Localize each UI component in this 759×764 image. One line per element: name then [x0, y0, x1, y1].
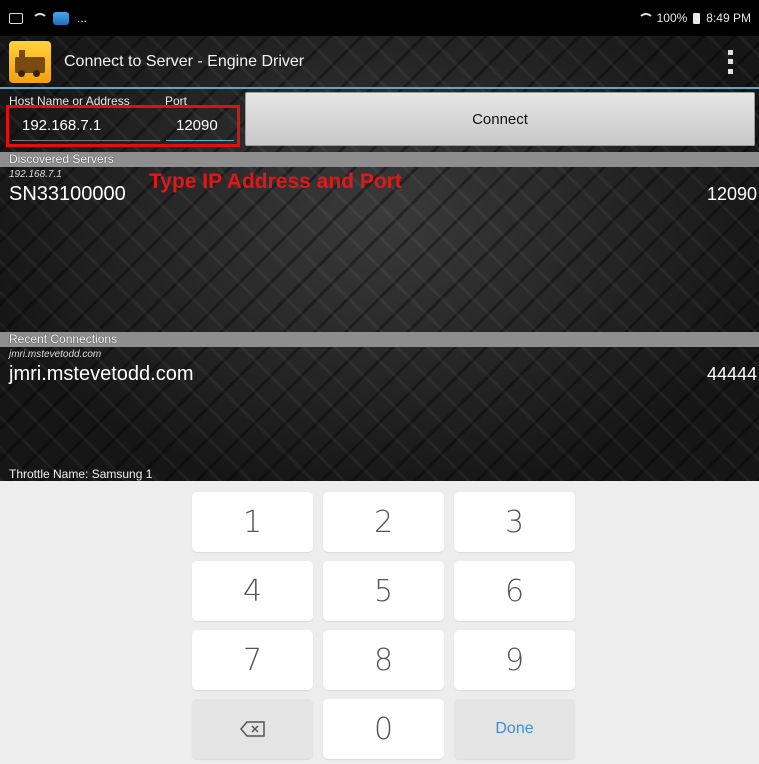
- key-7[interactable]: 7: [192, 630, 313, 690]
- recent-port: 44444: [706, 364, 757, 384]
- key-1[interactable]: 1: [192, 492, 313, 552]
- engine-driver-app-icon: [9, 40, 51, 83]
- status-bar: ... 100% 8:49 PM: [0, 0, 759, 36]
- overflow-menu-icon[interactable]: [725, 49, 735, 74]
- port-input[interactable]: 12090: [166, 109, 234, 141]
- key-2[interactable]: 2: [323, 492, 444, 552]
- browser-icon: [53, 11, 69, 25]
- numeric-keypad: 1 2 3 4 5 6 7 8 9 0 Done: [0, 481, 759, 764]
- wifi-signal-icon: [637, 12, 654, 24]
- list-item[interactable]: jmri.mstevetodd.com jmri.mstevetodd.com …: [0, 347, 759, 389]
- server-port: 12090: [706, 184, 757, 204]
- backspace-icon: [239, 721, 266, 737]
- more-notifications: ...: [77, 11, 88, 25]
- action-bar: Connect to Server - Engine Driver: [0, 36, 759, 89]
- key-4[interactable]: 4: [192, 561, 313, 621]
- connect-button[interactable]: Connect: [245, 92, 755, 146]
- instruction-annotation: Type IP Address and Port: [149, 170, 402, 193]
- host-input[interactable]: 192.168.7.1: [12, 109, 160, 141]
- battery-percent: 100%: [656, 11, 688, 25]
- recent-address: jmri.mstevetodd.com: [9, 349, 102, 360]
- gallery-icon: [9, 12, 23, 24]
- backspace-key[interactable]: [192, 699, 313, 759]
- clock: 8:49 PM: [706, 11, 751, 25]
- recent-name: jmri.mstevetodd.com: [9, 363, 194, 385]
- key-5[interactable]: 5: [323, 561, 444, 621]
- connection-row: Host Name or Address Port 192.168.7.1 12…: [0, 91, 759, 151]
- battery-icon: [693, 12, 701, 24]
- port-label: Port: [165, 94, 188, 108]
- wifi-notification-icon: [31, 12, 48, 24]
- host-label: Host Name or Address: [9, 94, 130, 108]
- key-0[interactable]: 0: [323, 699, 444, 759]
- app-title: Connect to Server - Engine Driver: [64, 52, 305, 70]
- key-9[interactable]: 9: [454, 630, 575, 690]
- done-key[interactable]: Done: [454, 699, 575, 759]
- key-6[interactable]: 6: [454, 561, 575, 621]
- key-3[interactable]: 3: [454, 492, 575, 552]
- server-address: 192.168.7.1: [9, 169, 62, 180]
- throttle-name: Throttle Name: Samsung 1: [9, 467, 153, 481]
- recent-connections-header: Recent Connections: [0, 332, 759, 347]
- discovered-servers-header: Discovered Servers: [0, 152, 759, 167]
- recent-connections-list: jmri.mstevetodd.com jmri.mstevetodd.com …: [0, 347, 759, 465]
- key-8[interactable]: 8: [323, 630, 444, 690]
- server-name: SN33100000: [9, 183, 126, 205]
